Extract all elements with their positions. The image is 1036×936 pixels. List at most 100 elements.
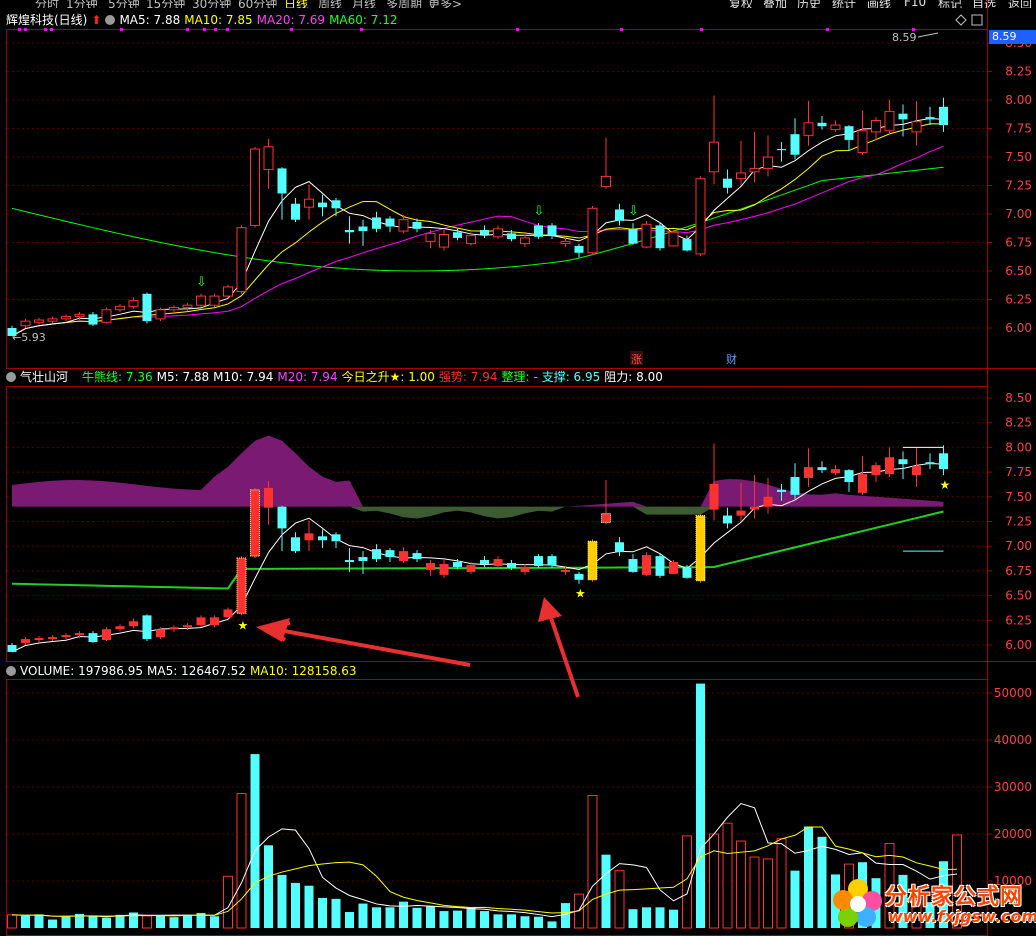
volume-bar [642, 907, 651, 928]
ind-candle-body [453, 562, 462, 567]
volume-bar [291, 882, 300, 928]
star-icon: ★ [940, 478, 951, 492]
volume-bar [426, 906, 435, 928]
candle-body [182, 304, 193, 308]
volume-bar [34, 914, 44, 928]
signal-dot [186, 28, 189, 31]
ind-candle-body [871, 465, 881, 476]
candle-body [507, 233, 516, 240]
volume-bar [358, 903, 368, 928]
annotation-arrowhead [538, 597, 562, 622]
down-arrow-icon: ⇩ [196, 275, 207, 290]
candle-body [695, 178, 706, 255]
low-price-label: ←5.93 [12, 331, 46, 344]
volume-bar [142, 915, 152, 929]
down-arrow-icon: ⇩ [534, 204, 545, 219]
ind-candle-body [750, 506, 759, 510]
ind-candle-body [142, 615, 152, 640]
event-mark-cai: 财 [726, 352, 737, 366]
watermark-logo: 分析家公式网 www.fxjgsw.com [830, 875, 1036, 933]
candle-body [871, 120, 881, 133]
candle-body [277, 168, 287, 194]
indicator-ytick-label: 6.75 [1005, 564, 1032, 578]
kline-chart[interactable]: ★ ★ ★ 8.50 8.25 8.00 7.75 7.50 7.25 7.00 6.75 6.50… [0, 0, 1036, 936]
candle-body [412, 221, 422, 229]
ind-candle-body [34, 638, 44, 641]
signal-dot [516, 28, 519, 31]
ind-candle-body [331, 534, 341, 542]
indicator-ytick-label: 6.50 [1005, 589, 1032, 603]
main-ytick-label: 7.00 [1005, 207, 1032, 221]
volume-bar [345, 912, 354, 928]
candle-body [777, 149, 786, 151]
ind-candle-body [831, 469, 840, 474]
ind-candle-body [817, 467, 827, 471]
ind-candle-body [601, 513, 611, 523]
ind-candle-body [223, 609, 233, 618]
volume-bar [561, 903, 570, 928]
chart-frame [6, 0, 1036, 936]
annotation-arrow [266, 621, 471, 667]
ind-candle-body [493, 559, 503, 566]
signal-dot [24, 28, 27, 31]
volume-bar [776, 838, 787, 929]
candle-body [790, 134, 800, 155]
candle-body [115, 305, 125, 311]
ind-candle-body [507, 562, 516, 568]
ind-candle-body [88, 633, 98, 643]
indicator-ytick-label: 8.25 [1005, 416, 1032, 430]
candle-body [641, 223, 652, 248]
candle-body [925, 117, 935, 120]
candle-body [34, 319, 44, 323]
volume-bar [21, 915, 30, 928]
candle-body [884, 110, 895, 132]
candle-body [817, 122, 827, 127]
watermark-url: www.fxjgsw.com [888, 907, 1036, 926]
volume-bar [628, 909, 638, 928]
indicator-ytick-label: 7.25 [1005, 515, 1032, 529]
ma5-line [11, 117, 944, 337]
ind-candle-body [642, 555, 651, 575]
ind-candle-body [925, 462, 935, 465]
candle-body [169, 306, 179, 311]
volume-bar [534, 916, 543, 928]
volume-bar [453, 910, 462, 928]
ma60-line [11, 166, 944, 272]
niuxiong-line [11, 510, 944, 590]
volume-bar [722, 822, 733, 929]
volume-bar [412, 907, 422, 928]
candle-body [939, 106, 948, 126]
volume-bar [614, 870, 625, 929]
signal-dot [360, 28, 363, 31]
ind-candle-body [561, 569, 570, 572]
vol-ma10-line [11, 826, 958, 917]
ind-candle-body [183, 625, 192, 628]
volume-bar [318, 897, 327, 928]
ind-candle-body [196, 617, 206, 626]
candle-body [587, 207, 598, 254]
volume-bar [817, 836, 827, 928]
candle-body [574, 245, 584, 253]
ind-candle-body [763, 496, 773, 507]
high-price-label: 8.59 [892, 31, 917, 44]
signal-dot [826, 28, 829, 31]
ind-candle-body [318, 536, 327, 541]
candle-body [74, 313, 85, 318]
signal-dot [700, 28, 703, 31]
ind-candle-body [547, 556, 557, 565]
volume-bar [587, 794, 598, 929]
candle-body [682, 239, 692, 251]
main-ytick-label: 7.50 [1005, 150, 1032, 164]
ind-candle-body [615, 542, 624, 553]
volume-bar [61, 916, 71, 928]
ind-candle-body [858, 474, 867, 493]
indicator-ytick-label: 7.50 [1005, 490, 1032, 504]
candle-body [345, 229, 354, 233]
candle-body [209, 295, 220, 306]
indicator-ytick-label: 6.25 [1005, 613, 1032, 627]
ind-candle-body [250, 489, 260, 557]
ind-candle-body [480, 560, 489, 564]
ind-candle-body [399, 551, 408, 562]
ind-candle-body [21, 639, 30, 644]
ind-candle-body [169, 627, 179, 630]
